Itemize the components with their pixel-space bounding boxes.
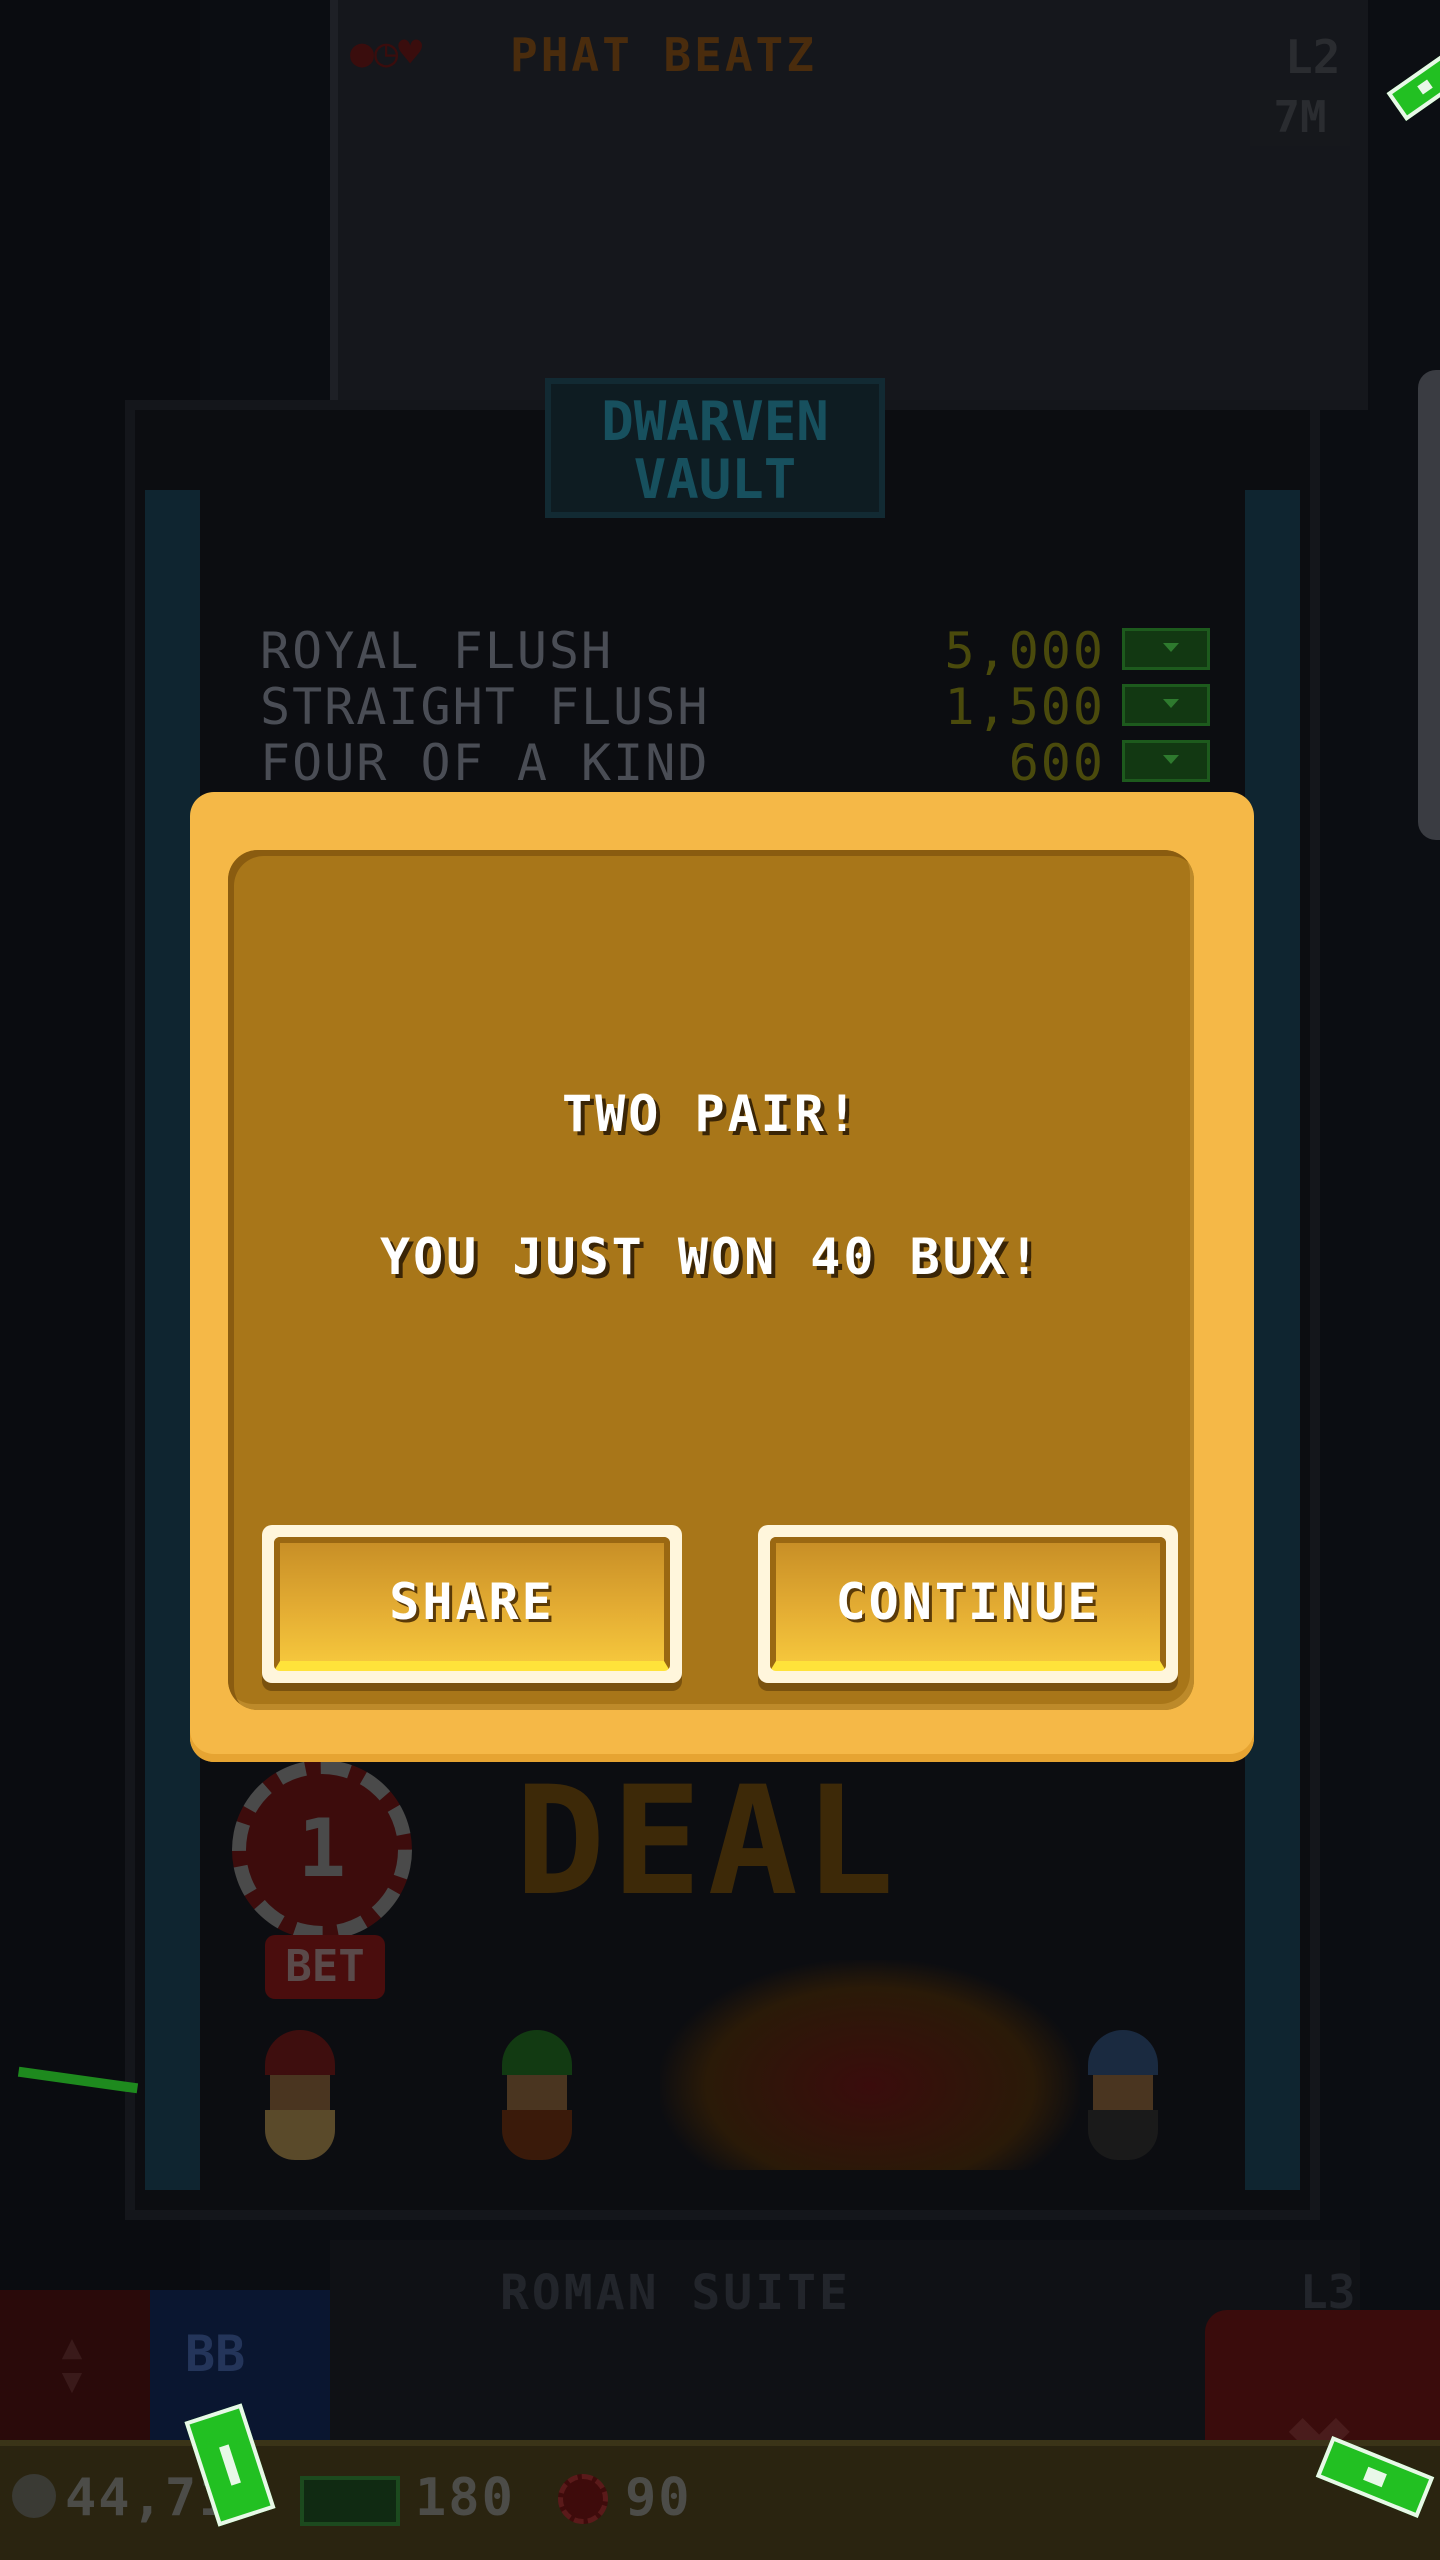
dwarf-green <box>492 2030 582 2170</box>
floor-population: 7M <box>1250 90 1350 146</box>
dragon-on-gold <box>660 1960 1080 2170</box>
floor-title: ROMAN SUITE <box>500 2265 851 2321</box>
chips-count: 90 <box>625 2468 692 2528</box>
bet-label: BET <box>265 1935 385 1999</box>
paytable-hand: FOUR OF A KIND <box>260 734 710 792</box>
vault-sign-line1: DWARVEN <box>601 390 829 453</box>
edge-panel-handle[interactable] <box>1418 370 1440 840</box>
vault-sign-line2: VAULT <box>633 448 797 511</box>
bet-chip[interactable]: 1 <box>232 1760 412 1940</box>
bux-icon <box>1122 740 1210 782</box>
paytable-hand: ROYAL FLUSH <box>260 622 614 680</box>
dialog-title: TWO PAIR! <box>562 1085 860 1143</box>
vault-sign: DWARVEN VAULT <box>545 378 885 518</box>
floor-title: PHAT BEATZ <box>510 28 817 82</box>
floor-level: L2 <box>1285 30 1341 84</box>
share-button-label: SHARE <box>274 1537 670 1671</box>
coin-icon <box>12 2474 56 2518</box>
paytable-row: FOUR OF A KIND 600 <box>260 734 1210 792</box>
deal-button[interactable]: DEAL <box>515 1755 900 1929</box>
floor-status-icons: ●◷♥ <box>350 30 423 76</box>
bux-icon <box>1122 684 1210 726</box>
bitbook-label: BB <box>185 2325 246 2383</box>
dialog-message: YOU JUST WON 40 BUX! <box>379 1228 1043 1286</box>
chip-icon <box>558 2474 608 2524</box>
bux-count: 180 <box>415 2468 515 2528</box>
paytable-payout: 1,500 <box>944 678 1105 736</box>
share-button[interactable]: SHARE <box>262 1525 682 1683</box>
paytable-payout: 5,000 <box>944 622 1105 680</box>
paytable-hand: STRAIGHT FLUSH <box>260 678 710 736</box>
bet-chip-value: 1 <box>297 1802 347 1895</box>
paytable-row: STRAIGHT FLUSH 1,500 <box>260 678 1210 736</box>
paytable-row: ROYAL FLUSH 5,000 <box>260 622 1210 680</box>
bux-icon <box>1122 628 1210 670</box>
right-shaft <box>1370 0 1440 2290</box>
floor-phat-beatz <box>330 0 1368 410</box>
dwarf-red <box>255 2030 345 2170</box>
continue-button-label: CONTINUE <box>770 1537 1166 1671</box>
dwarf-blue <box>1078 2030 1168 2170</box>
bux-icon <box>300 2476 400 2526</box>
up-down-arrows-icon: ▲ ▼ <box>61 2327 83 2401</box>
paytable-payout: 600 <box>1008 734 1105 792</box>
continue-button[interactable]: CONTINUE <box>758 1525 1178 1683</box>
